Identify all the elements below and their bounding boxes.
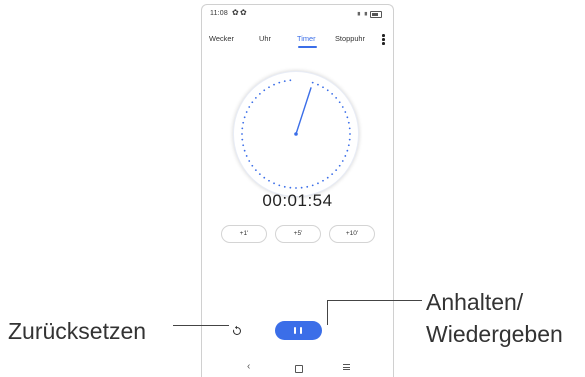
progress-tick <box>248 160 251 162</box>
progress-tick <box>322 179 324 182</box>
hand-center <box>294 132 298 136</box>
progress-tick <box>347 144 350 147</box>
more-options-icon[interactable] <box>382 34 385 46</box>
pause-button[interactable] <box>275 321 322 340</box>
progress-tick <box>242 144 245 147</box>
progress-tick <box>273 182 275 185</box>
progress-tick <box>331 92 334 95</box>
phone-screen: 11:08 ✿ ✿ ▖▗ Wecker Uhr Timer Stoppuhr 0… <box>201 4 394 377</box>
signal-icon: ▖▗ <box>357 10 367 16</box>
gear-icon: ✿ <box>232 8 239 17</box>
progress-tick <box>241 127 244 130</box>
progress-tick <box>317 182 319 185</box>
progress-tick <box>346 149 349 152</box>
progress-tick <box>258 173 261 176</box>
progress-tick <box>346 116 349 119</box>
progress-tick <box>289 186 292 189</box>
progress-tick <box>311 184 314 187</box>
progress-tick <box>338 101 341 104</box>
progress-tick <box>273 83 275 86</box>
progress-tick <box>241 138 244 141</box>
progress-tick <box>283 80 286 83</box>
progress-tick <box>258 92 261 95</box>
status-time: 11:08 <box>210 10 228 17</box>
progress-tick <box>283 185 286 188</box>
back-icon[interactable]: ‹ <box>247 361 250 372</box>
progress-tick <box>331 173 334 176</box>
progress-tick <box>335 96 338 99</box>
home-icon[interactable] <box>295 365 303 373</box>
progress-tick <box>341 106 344 108</box>
reset-callout: Zurücksetzen <box>8 318 147 344</box>
pause-icon <box>294 327 297 334</box>
progress-tick <box>254 169 257 172</box>
progress-tick <box>241 133 243 135</box>
progress-tick <box>341 160 344 162</box>
progress-tick <box>245 111 248 113</box>
timer-ring <box>241 79 351 189</box>
progress-tick <box>348 138 351 141</box>
gear-icon: ✿ <box>240 8 247 17</box>
progress-tick <box>300 186 303 189</box>
progress-tick <box>245 155 248 157</box>
add-5-min-button[interactable]: +5' <box>275 225 321 243</box>
pause-callout-line1: Anhalten/ <box>426 289 524 315</box>
progress-tick <box>344 111 347 113</box>
timer-display: 00:01:54 <box>262 191 333 210</box>
progress-tick <box>248 106 251 108</box>
reset-callout-line <box>173 325 229 326</box>
reset-icon[interactable] <box>231 325 243 337</box>
progress-tick <box>268 179 270 182</box>
progress-tick <box>268 86 270 89</box>
progress-tick <box>326 89 329 92</box>
add-1-min-button[interactable]: +1' <box>221 225 267 243</box>
progress-tick <box>242 121 245 124</box>
progress-tick <box>295 187 297 189</box>
progress-tick <box>338 164 341 167</box>
pause-icon-bar <box>300 327 303 334</box>
tab-bar: Wecker Uhr Timer Stoppuhr <box>202 29 393 53</box>
timer-dial <box>233 71 359 197</box>
progress-tick <box>311 81 314 84</box>
progress-tick <box>348 127 351 130</box>
pause-callout-line2: Wiedergeben <box>426 321 563 347</box>
progress-tick <box>263 176 266 179</box>
progress-tick <box>243 149 246 152</box>
battery-icon <box>370 11 382 18</box>
navigation-bar: ‹ <box>202 361 393 377</box>
progress-tick <box>317 83 319 86</box>
pause-callout-line <box>327 300 422 301</box>
add-10-min-button[interactable]: +10' <box>329 225 375 243</box>
progress-tick <box>251 164 254 167</box>
progress-tick <box>263 89 266 92</box>
progress-tick <box>347 121 350 124</box>
timer-hand <box>295 87 312 135</box>
progress-tick <box>254 96 257 99</box>
recents-icon[interactable] <box>343 364 350 372</box>
progress-tick <box>243 116 246 119</box>
tab-timer[interactable]: Timer <box>297 34 316 43</box>
progress-tick <box>278 81 281 84</box>
progress-tick <box>322 86 324 89</box>
progress-tick <box>344 155 347 157</box>
progress-tick <box>251 101 254 104</box>
tab-uhr[interactable]: Uhr <box>259 34 271 43</box>
progress-tick <box>289 79 292 82</box>
progress-tick <box>326 176 329 179</box>
tab-wecker[interactable]: Wecker <box>209 34 234 43</box>
progress-tick <box>349 133 351 135</box>
active-tab-indicator <box>298 46 317 48</box>
pause-callout-line-vertical <box>327 300 328 325</box>
progress-tick <box>335 169 338 172</box>
progress-tick <box>278 184 281 187</box>
status-bar: 11:08 ✿ ✿ ▖▗ <box>202 5 393 25</box>
tab-stoppuhr[interactable]: Stoppuhr <box>335 34 365 43</box>
progress-tick <box>306 185 309 188</box>
